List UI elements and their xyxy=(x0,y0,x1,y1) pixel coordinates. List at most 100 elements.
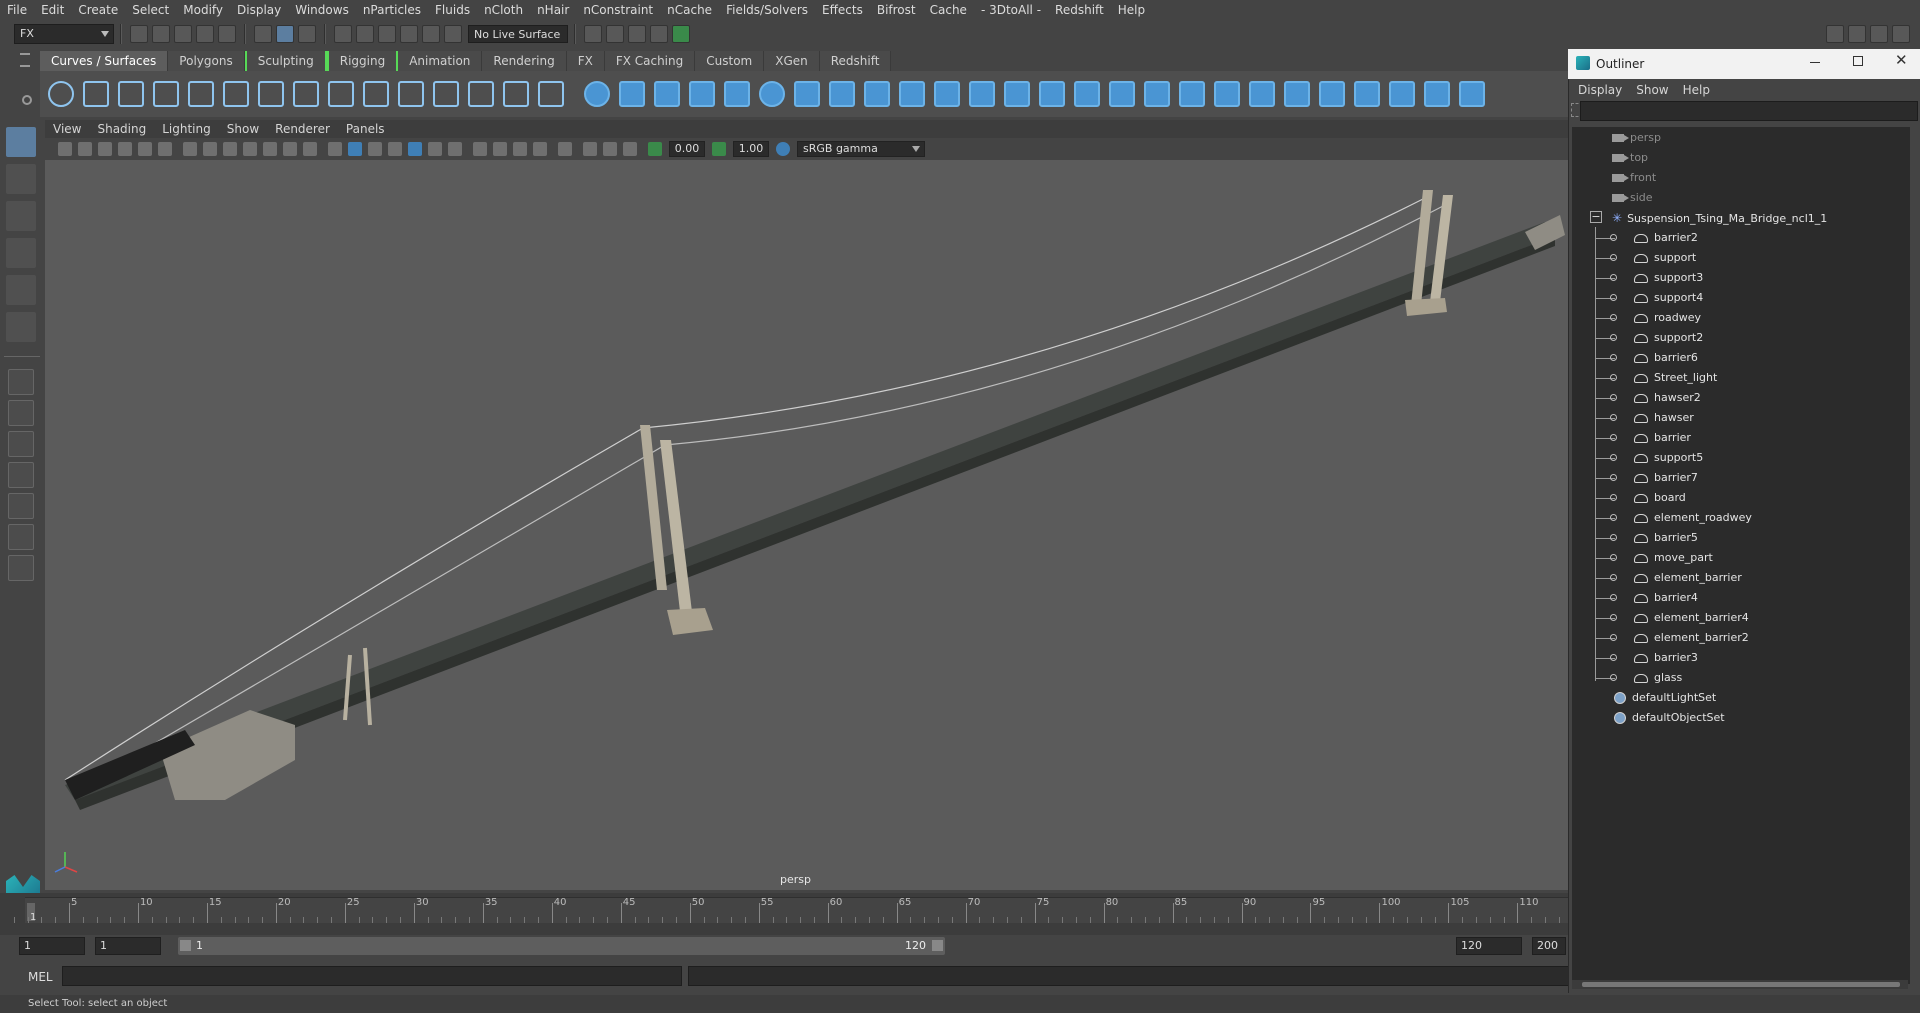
untrim-icon[interactable] xyxy=(1179,81,1205,107)
insert-isoparm-icon[interactable] xyxy=(1319,81,1345,107)
menu-cache[interactable]: Cache xyxy=(923,0,974,20)
intersect-icon[interactable] xyxy=(1074,81,1100,107)
hypershade-layout-icon[interactable] xyxy=(8,493,34,519)
xray-active-icon[interactable] xyxy=(623,142,637,156)
minimize-icon[interactable] xyxy=(1810,62,1820,63)
outliner-item-persp[interactable]: persp xyxy=(1612,128,1661,148)
outliner-menu-display[interactable]: Display xyxy=(1574,80,1632,100)
menu-fields-solvers[interactable]: Fields/Solvers xyxy=(719,0,815,20)
collapse-icon[interactable]: − xyxy=(1590,211,1602,223)
maximize-icon[interactable] xyxy=(1853,56,1863,66)
detach-curves-icon[interactable] xyxy=(293,81,319,107)
menu-create[interactable]: Create xyxy=(71,0,125,20)
close-icon[interactable]: ✕ xyxy=(1895,52,1908,68)
panel-menu-shading[interactable]: Shading xyxy=(89,120,154,138)
select-component-icon[interactable] xyxy=(298,25,316,43)
gamma-icon[interactable] xyxy=(712,142,726,156)
paint-select-icon[interactable] xyxy=(6,201,36,231)
loft-icon[interactable] xyxy=(829,81,855,107)
bevel-plus-icon[interactable] xyxy=(969,81,995,107)
hypershade-icon[interactable] xyxy=(672,25,690,43)
mel-input[interactable] xyxy=(62,966,682,986)
render-frame-icon[interactable] xyxy=(584,25,602,43)
range-end-handle[interactable] xyxy=(932,940,943,951)
insert-knot-icon[interactable] xyxy=(328,81,354,107)
menu-ncache[interactable]: nCache xyxy=(660,0,719,20)
shelf-tab-custom[interactable]: Custom xyxy=(695,51,765,71)
playback-start-field[interactable]: 1 xyxy=(95,937,161,955)
snap-live-icon[interactable] xyxy=(444,25,462,43)
menu-windows[interactable]: Windows xyxy=(288,0,356,20)
ipr-render-icon[interactable] xyxy=(628,25,646,43)
menu-modify[interactable]: Modify xyxy=(176,0,230,20)
snap-grid-icon[interactable] xyxy=(334,25,352,43)
menu-redshift[interactable]: Redshift xyxy=(1048,0,1111,20)
offset-curve-icon[interactable] xyxy=(398,81,424,107)
open-scene-icon[interactable] xyxy=(152,25,170,43)
menu-nparticles[interactable]: nParticles xyxy=(356,0,428,20)
bezier-curve-icon[interactable] xyxy=(223,81,249,107)
bookmark-icon[interactable] xyxy=(98,142,112,156)
outliner-item[interactable]: roadwey xyxy=(1634,308,1701,328)
outliner-item-front[interactable]: front xyxy=(1612,168,1656,188)
shelf-tab-xgen[interactable]: XGen xyxy=(764,51,820,71)
undo-icon[interactable] xyxy=(196,25,214,43)
outliner-item[interactable]: barrier5 xyxy=(1634,528,1698,548)
range-slider[interactable]: 1 120 xyxy=(178,937,945,955)
depth-of-field-icon[interactable] xyxy=(533,142,547,156)
outliner-search-input[interactable] xyxy=(1580,101,1918,121)
outliner-item[interactable]: barrier7 xyxy=(1634,468,1698,488)
menu-bifrost[interactable]: Bifrost xyxy=(870,0,923,20)
four-view-layout-icon[interactable] xyxy=(8,400,34,426)
outliner-set-defaultObjectSet[interactable]: defaultObjectSet xyxy=(1614,708,1725,728)
attach-curves-icon[interactable] xyxy=(258,81,284,107)
snap-view-icon[interactable] xyxy=(400,25,418,43)
nurbs-cube-icon[interactable] xyxy=(619,81,645,107)
shelf-tab-rendering[interactable]: Rendering xyxy=(482,51,567,71)
redo-icon[interactable] xyxy=(218,25,236,43)
shelf-tab-redshift[interactable]: Redshift xyxy=(819,51,892,71)
menu-display[interactable]: Display xyxy=(230,0,288,20)
menu-ncloth[interactable]: nCloth xyxy=(477,0,530,20)
shelf-tab-fx-caching[interactable]: FX Caching xyxy=(604,51,696,71)
two-d-pan-icon[interactable] xyxy=(138,142,152,156)
panel-menu-renderer[interactable]: Renderer xyxy=(267,120,338,138)
attribute-editor-icon[interactable] xyxy=(1870,25,1888,43)
outliner-item[interactable]: board xyxy=(1634,488,1686,508)
snap-surface-icon[interactable] xyxy=(422,25,440,43)
sculpt-surface-icon[interactable] xyxy=(1424,81,1450,107)
outliner-item[interactable]: hawser xyxy=(1634,408,1694,428)
boundary-icon[interactable] xyxy=(1004,81,1030,107)
outliner-menu-show[interactable]: Show xyxy=(1632,80,1678,100)
shelf-settings-icon[interactable] xyxy=(22,95,32,105)
outliner-item[interactable]: support5 xyxy=(1634,448,1703,468)
rebuild-surface-icon[interactable] xyxy=(1389,81,1415,107)
select-hierarchy-icon[interactable] xyxy=(254,25,272,43)
nurbs-plane-icon[interactable] xyxy=(724,81,750,107)
outliner-item[interactable]: Street_light xyxy=(1634,368,1717,388)
field-chart-icon[interactable] xyxy=(263,142,277,156)
grease-pencil-icon[interactable] xyxy=(158,142,172,156)
shelf-tab-curves-surfaces[interactable]: Curves / Surfaces xyxy=(40,51,169,71)
outliner-item[interactable]: element_barrier4 xyxy=(1634,608,1749,628)
menu-fluids[interactable]: Fluids xyxy=(428,0,477,20)
outliner-item[interactable]: support4 xyxy=(1634,288,1703,308)
curve-editing-icon[interactable] xyxy=(503,81,529,107)
cv-curve-icon[interactable] xyxy=(118,81,144,107)
panel-menu-view[interactable]: View xyxy=(45,120,89,138)
color-management-icon[interactable] xyxy=(776,142,790,156)
layout-options-icon[interactable] xyxy=(8,555,34,581)
xray-joints-icon[interactable] xyxy=(603,142,617,156)
extend-surface-icon[interactable] xyxy=(1354,81,1380,107)
motion-blur-icon[interactable] xyxy=(493,142,507,156)
select-tool-icon[interactable] xyxy=(6,127,36,157)
exposure-icon[interactable] xyxy=(648,142,662,156)
panel-menu-show[interactable]: Show xyxy=(219,120,267,138)
workspace-icon[interactable] xyxy=(1826,25,1844,43)
outliner-item[interactable]: support xyxy=(1634,248,1696,268)
camera-icon[interactable] xyxy=(58,142,72,156)
nurbs-sphere-icon[interactable] xyxy=(584,81,610,107)
menu-edit[interactable]: Edit xyxy=(34,0,71,20)
revolve-icon[interactable] xyxy=(794,81,820,107)
nurbs-square-icon[interactable] xyxy=(83,81,109,107)
